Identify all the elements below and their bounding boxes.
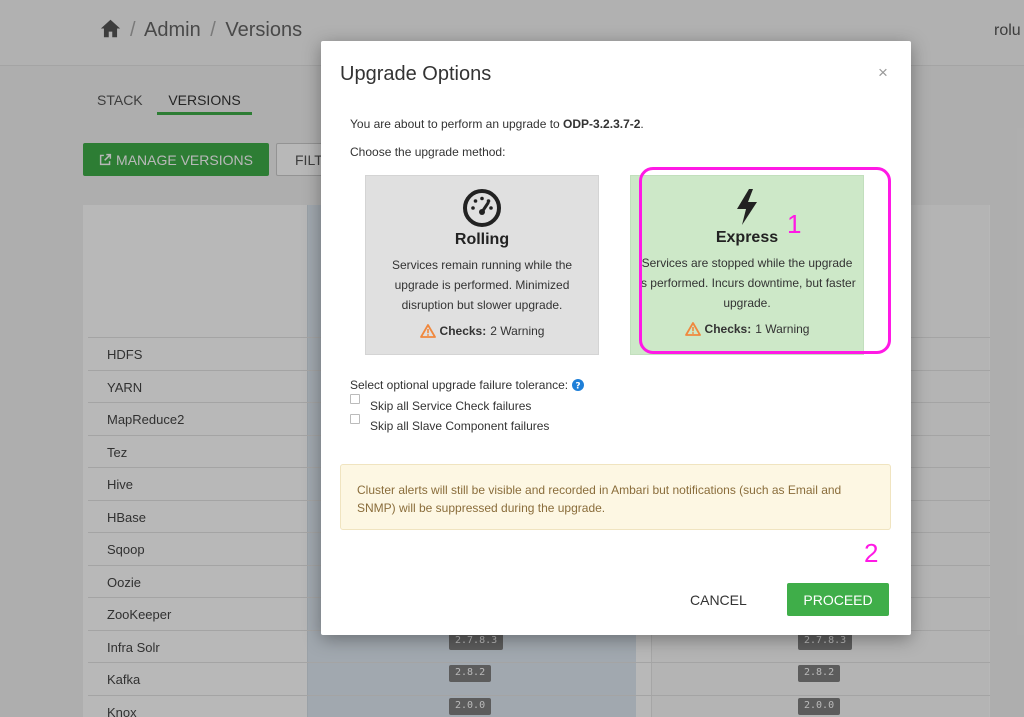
express-title: Express: [715, 229, 779, 246]
express-checks[interactable]: Checks: 1 Warning: [631, 322, 863, 336]
rolling-description: Services remain running while the upgrad…: [391, 258, 573, 312]
express-description: Services are stopped while the upgrade i…: [638, 256, 856, 310]
rolling-upgrade-option[interactable]: Rolling Services remain running while th…: [365, 175, 599, 355]
intro-text: You are about to perform an upgrade to: [350, 117, 564, 131]
express-checks-value: 1 Warning: [755, 322, 810, 336]
skip-service-check-label: Skip all Service Check failures: [370, 399, 532, 413]
rolling-checks-value: 2 Warning: [490, 324, 545, 338]
notification-alert: Cluster alerts will still be visible and…: [340, 464, 891, 530]
svg-text:?: ?: [576, 381, 581, 391]
upgrade-intro: You are about to perform an upgrade to O…: [350, 117, 644, 131]
gauge-icon: [463, 189, 501, 227]
rolling-checks-label: Checks:: [439, 324, 487, 338]
lightning-icon: [737, 189, 757, 225]
skip-service-check-checkbox[interactable]: [350, 394, 360, 404]
warning-icon: [684, 322, 701, 336]
cancel-button[interactable]: CANCEL: [690, 592, 747, 608]
skip-slave-component-label: Skip all Slave Component failures: [370, 419, 550, 433]
warning-icon: [419, 324, 436, 338]
express-upgrade-option[interactable]: Express Services are stopped while the u…: [630, 175, 864, 355]
express-checks-label: Checks:: [704, 322, 752, 336]
intro-period: .: [640, 117, 644, 131]
skip-slave-component-checkbox[interactable]: [350, 414, 360, 424]
close-button[interactable]: ×: [878, 63, 888, 83]
help-icon[interactable]: ?: [572, 379, 585, 391]
annotation-marker-2: 2: [864, 538, 879, 568]
failure-tolerance-label: Select optional upgrade failure toleranc…: [350, 378, 585, 392]
annotation-marker-1: 1: [787, 209, 802, 239]
rolling-title: Rolling: [454, 231, 510, 248]
tolerance-text: Select optional upgrade failure toleranc…: [350, 378, 569, 392]
target-version: ODP-3.2.3.7-2: [563, 117, 641, 131]
upgrade-options-modal: Upgrade Options × You are about to perfo…: [321, 41, 911, 635]
proceed-button[interactable]: PROCEED: [787, 583, 889, 616]
rolling-checks[interactable]: Checks: 2 Warning: [366, 324, 598, 338]
choose-method-label: Choose the upgrade method:: [350, 145, 506, 159]
modal-title: Upgrade Options: [340, 63, 492, 85]
